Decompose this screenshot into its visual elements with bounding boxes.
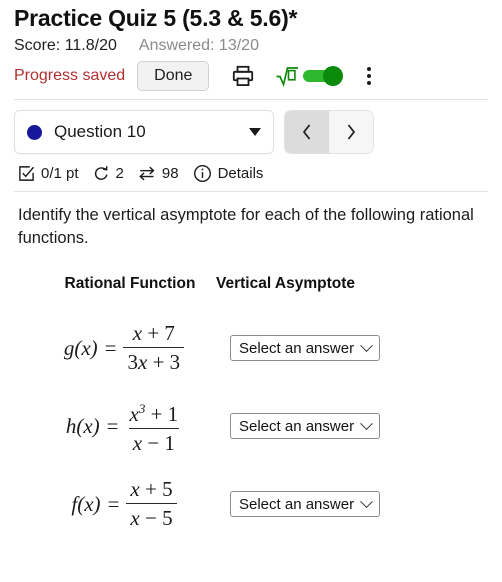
shuffles-status: 98 bbox=[138, 165, 179, 182]
function-lhs: g(x) bbox=[63, 335, 98, 360]
kebab-dot bbox=[367, 74, 372, 78]
swap-arrows-icon bbox=[139, 166, 155, 181]
answer-cell: Select an answer bbox=[230, 413, 381, 439]
kebab-menu-icon[interactable] bbox=[367, 67, 372, 85]
score-row: Score: 11.8/20 Answered: 13/20 bbox=[0, 32, 502, 55]
points-status: 0/1 pt bbox=[18, 165, 79, 182]
column-header-rational-function: Rational Function bbox=[64, 275, 196, 292]
chevron-down-icon bbox=[360, 494, 373, 508]
table-row: h(x) = x3 + 1 x − 1 Select an answer bbox=[18, 387, 486, 465]
question-nav-row: Question 10 bbox=[0, 100, 502, 154]
question-content: Identify the vertical asymptote for each… bbox=[0, 192, 502, 543]
function-expression-f: f(x) = x + 5 x − 5 bbox=[18, 478, 230, 530]
fraction-denominator: 3x + 3 bbox=[123, 347, 185, 374]
question-prompt: Identify the vertical asymptote for each… bbox=[18, 206, 474, 247]
score-label: Score: 11.8/20 bbox=[14, 37, 117, 54]
function-expression-h: h(x) = x3 + 1 x − 1 bbox=[18, 397, 230, 455]
details-status[interactable]: Details bbox=[193, 164, 264, 183]
chevron-right-icon bbox=[347, 124, 356, 140]
fraction: x3 + 1 x − 1 bbox=[125, 397, 182, 455]
answer-select-f[interactable]: Select an answer bbox=[230, 491, 381, 517]
question-selector-dropdown[interactable]: Question 10 bbox=[14, 110, 274, 154]
fraction-denominator: x − 5 bbox=[126, 503, 177, 530]
details-label: Details bbox=[217, 165, 264, 182]
attempts-label: 2 bbox=[115, 165, 124, 182]
answer-select-label: Select an answer bbox=[239, 417, 355, 435]
fraction-numerator: x + 5 bbox=[130, 477, 173, 501]
function-expression-g: g(x) = x + 7 3x + 3 bbox=[18, 322, 230, 374]
answered-label: Answered: 13/20 bbox=[138, 37, 259, 54]
equals-sign: = bbox=[104, 335, 117, 360]
shuffles-label: 98 bbox=[161, 165, 179, 182]
equals-sign: = bbox=[107, 491, 120, 516]
points-label: 0/1 pt bbox=[41, 165, 79, 182]
page-title: Practice Quiz 5 (5.3 & 5.6)* bbox=[14, 5, 298, 31]
caret-down-icon bbox=[249, 128, 261, 136]
fraction: x + 5 x − 5 bbox=[126, 477, 177, 530]
attempts-status: 2 bbox=[93, 165, 124, 182]
answer-select-g[interactable]: Select an answer bbox=[230, 335, 381, 361]
question-selector-label: Question 10 bbox=[54, 122, 146, 141]
action-row: Progress saved Done bbox=[0, 55, 502, 91]
column-header-vertical-asymptote: Vertical Asymptote bbox=[216, 275, 355, 292]
quiz-page: Practice Quiz 5 (5.3 & 5.6)* Score: 11.8… bbox=[0, 0, 502, 582]
kebab-dot bbox=[367, 67, 372, 71]
answer-cell: Select an answer bbox=[230, 491, 381, 517]
fraction-numerator: x3 + 1 bbox=[129, 401, 179, 426]
progress-saved-status: Progress saved bbox=[14, 67, 126, 84]
answer-cell: Select an answer bbox=[230, 335, 381, 361]
chevron-down-icon bbox=[360, 416, 373, 430]
function-lhs: h(x) bbox=[65, 413, 100, 438]
answer-rows: g(x) = x + 7 3x + 3 Select an answer h(x… bbox=[18, 295, 486, 543]
equals-sign: = bbox=[106, 413, 119, 438]
question-status-strip: 0/1 pt 2 98 Details bbox=[0, 154, 502, 191]
print-icon[interactable] bbox=[231, 64, 255, 88]
table-row: f(x) = x + 5 x − 5 Select an answer bbox=[18, 465, 486, 543]
pager-group bbox=[284, 110, 374, 154]
question-status-dot bbox=[27, 124, 42, 140]
answer-select-h[interactable]: Select an answer bbox=[230, 413, 381, 439]
fraction-denominator: x − 1 bbox=[128, 428, 179, 455]
square-root-icon bbox=[275, 65, 299, 87]
function-lhs: f(x) bbox=[71, 491, 101, 516]
answer-select-label: Select an answer bbox=[239, 339, 355, 357]
chevron-down-icon bbox=[360, 338, 373, 352]
chevron-left-icon bbox=[302, 124, 311, 140]
table-row: g(x) = x + 7 3x + 3 Select an answer bbox=[18, 309, 486, 387]
done-button[interactable]: Done bbox=[137, 61, 210, 91]
undo-retry-icon bbox=[94, 166, 108, 180]
answer-select-label: Select an answer bbox=[239, 495, 355, 513]
previous-question-button[interactable] bbox=[285, 111, 329, 153]
math-toggle-switch[interactable] bbox=[303, 66, 344, 86]
answer-table-headers: Rational Function Vertical Asymptote bbox=[18, 250, 486, 295]
math-view-toggle[interactable] bbox=[275, 65, 344, 87]
next-question-button[interactable] bbox=[329, 111, 373, 153]
fraction-numerator: x + 7 bbox=[132, 321, 175, 345]
toggle-knob bbox=[323, 66, 344, 86]
kebab-dot bbox=[367, 81, 372, 85]
fraction: x + 7 3x + 3 bbox=[123, 321, 185, 374]
info-circle-icon bbox=[193, 164, 211, 183]
checkbox-check-icon bbox=[19, 166, 35, 181]
